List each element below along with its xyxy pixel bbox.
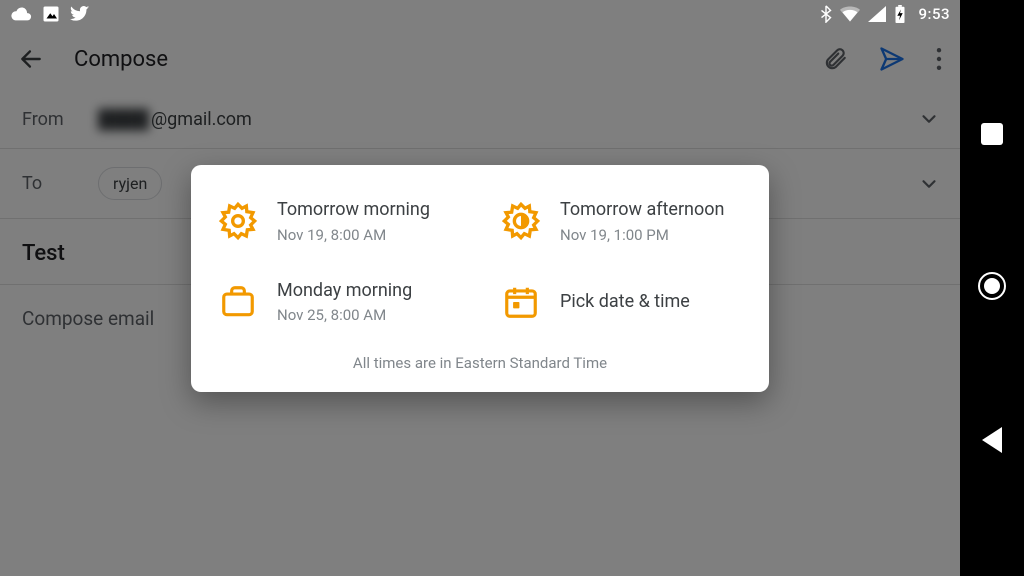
status-time: 9:53 xyxy=(918,5,950,23)
gallery-icon xyxy=(42,5,60,23)
schedule-send-dialog: Tomorrow morning Nov 19, 8:00 AM Tomorro… xyxy=(191,165,769,392)
bluetooth-icon xyxy=(820,5,832,23)
calendar-icon xyxy=(500,281,542,323)
option-monday-morning[interactable]: Monday morning Nov 25, 8:00 AM xyxy=(197,262,480,343)
option-sub: Nov 25, 8:00 AM xyxy=(277,306,412,324)
briefcase-icon xyxy=(217,281,259,323)
option-tomorrow-morning[interactable]: Tomorrow morning Nov 19, 8:00 AM xyxy=(197,181,480,262)
cell-signal-icon xyxy=(868,6,886,22)
wifi-icon xyxy=(840,6,860,22)
cloud-icon xyxy=(10,6,32,22)
sun-icon xyxy=(217,200,259,242)
half-sun-icon xyxy=(500,200,542,242)
system-nav-bar xyxy=(960,0,1024,576)
twitter-icon xyxy=(70,5,90,23)
status-bar: 9:53 xyxy=(0,0,960,28)
dialog-footer: All times are in Eastern Standard Time xyxy=(191,346,769,380)
option-title: Pick date & time xyxy=(560,291,690,314)
option-pick-date-time[interactable]: Pick date & time xyxy=(480,262,763,343)
option-tomorrow-afternoon[interactable]: Tomorrow afternoon Nov 19, 1:00 PM xyxy=(480,181,763,262)
option-sub: Nov 19, 8:00 AM xyxy=(277,226,430,244)
option-sub: Nov 19, 1:00 PM xyxy=(560,226,724,244)
option-title: Tomorrow morning xyxy=(277,199,430,222)
nav-recent-button[interactable] xyxy=(981,123,1003,145)
battery-charging-icon xyxy=(894,5,906,23)
nav-back-button[interactable] xyxy=(982,427,1002,453)
phone-screen: 9:53 Compose From xyxy=(0,0,960,576)
nav-home-button[interactable] xyxy=(978,272,1006,300)
option-title: Monday morning xyxy=(277,280,412,303)
option-title: Tomorrow afternoon xyxy=(560,199,724,222)
